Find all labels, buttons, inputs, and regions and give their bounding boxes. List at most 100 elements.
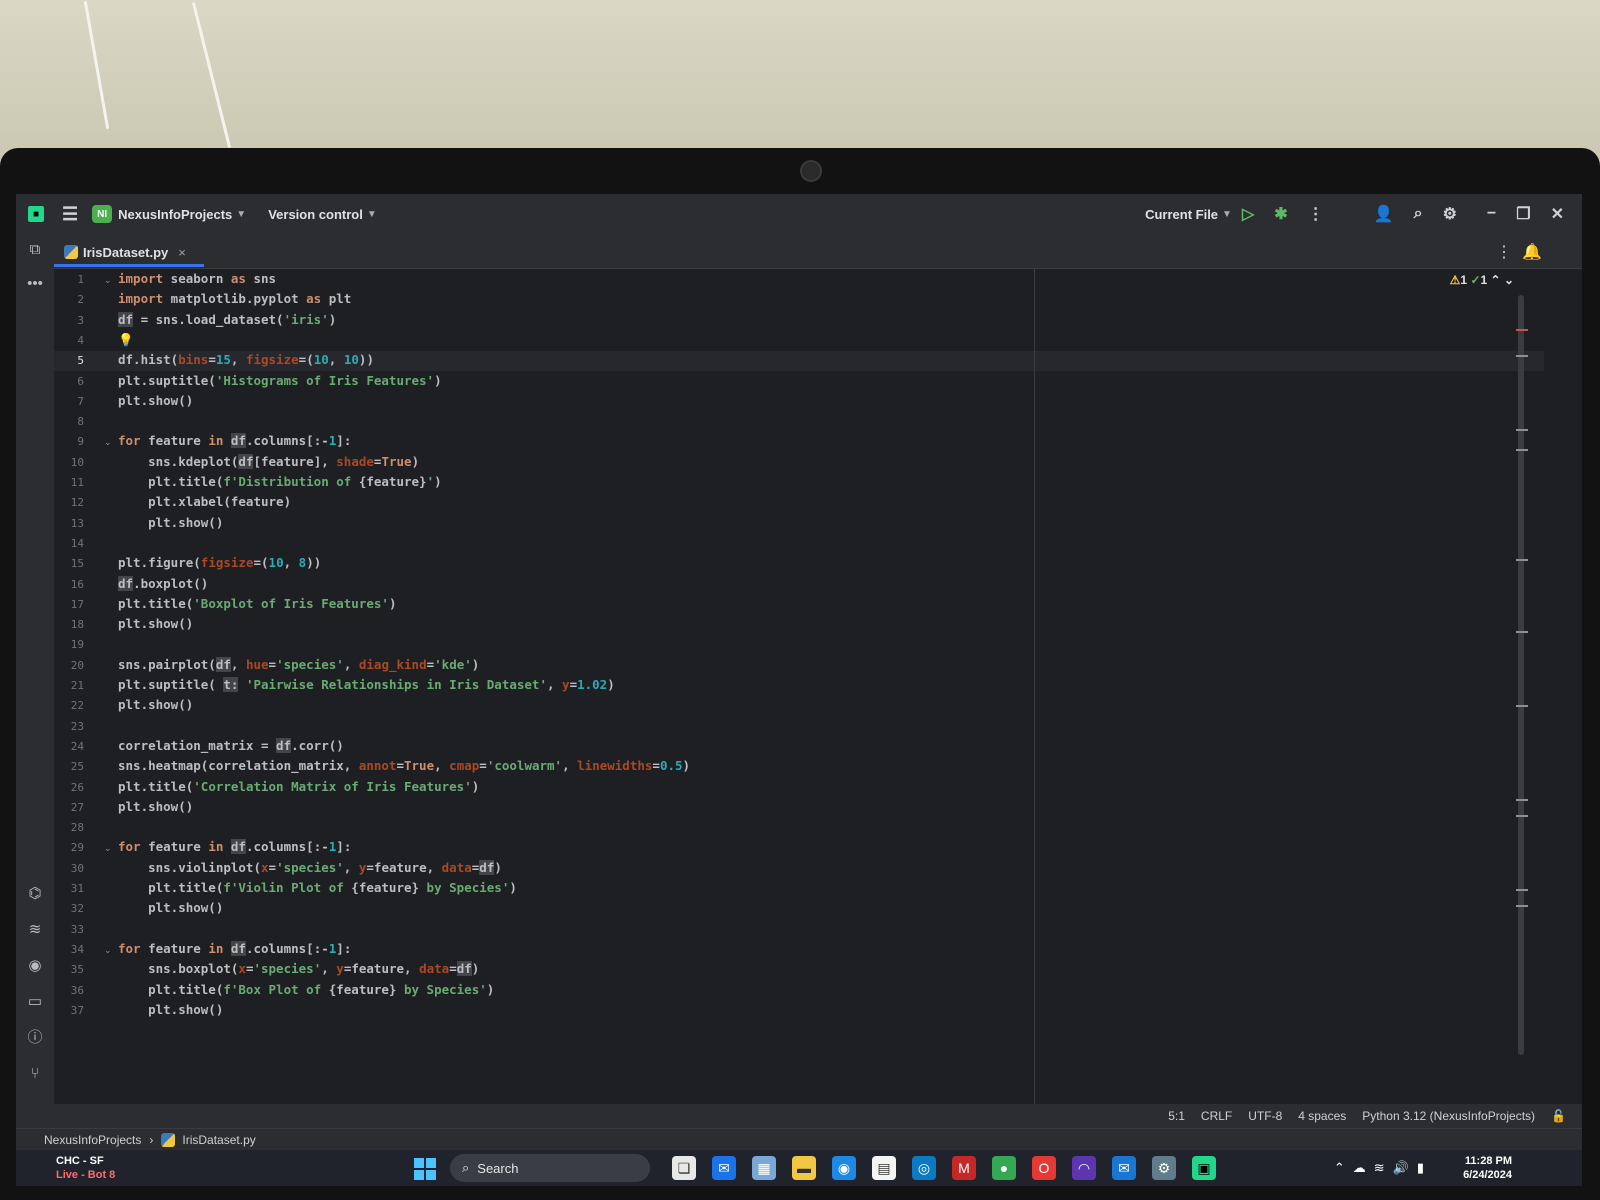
- photos-icon[interactable]: ▦: [752, 1156, 776, 1180]
- pycharm-taskbar-icon[interactable]: ▣: [1192, 1156, 1216, 1180]
- line-number: 1: [77, 273, 84, 286]
- chrome-icon[interactable]: ●: [992, 1156, 1016, 1180]
- code-line[interactable]: plt.title('Boxplot of Iris Features'): [118, 596, 396, 611]
- fold-toggle-icon[interactable]: ⌄: [104, 275, 112, 286]
- fold-toggle-icon[interactable]: ⌄: [104, 437, 112, 448]
- prev-highlight-icon[interactable]: ⌃: [1491, 273, 1501, 287]
- line-separator[interactable]: CRLF: [1201, 1109, 1232, 1123]
- chevron-down-icon[interactable]: ▼: [236, 209, 246, 220]
- run-config-selector[interactable]: Current File: [1145, 207, 1218, 222]
- code-line[interactable]: plt.suptitle('Histograms of Iris Feature…: [118, 373, 442, 388]
- close-icon[interactable]: ✕: [1551, 204, 1564, 224]
- code-line[interactable]: for feature in df.columns[:-1]:: [118, 940, 351, 956]
- opera-icon[interactable]: O: [1032, 1156, 1056, 1180]
- code-line[interactable]: plt.title(f'Violin Plot of {feature} by …: [118, 880, 517, 895]
- lock-icon[interactable]: 🔓: [1551, 1109, 1566, 1123]
- code-line[interactable]: plt.title(f'Box Plot of {feature} by Spe…: [118, 982, 494, 997]
- indent-setting[interactable]: 4 spaces: [1298, 1109, 1346, 1123]
- task-view-icon[interactable]: ❏: [672, 1156, 696, 1180]
- version-control-menu[interactable]: Version control: [268, 207, 363, 222]
- breadcrumb-project[interactable]: NexusInfoProjects: [44, 1133, 141, 1147]
- code-line[interactable]: import seaborn as sns: [118, 271, 276, 286]
- code-line[interactable]: plt.show(): [118, 1002, 223, 1017]
- tab-options-icon[interactable]: ⋮: [1496, 242, 1512, 262]
- project-switcher[interactable]: NexusInfoProjects: [118, 207, 232, 222]
- close-tab-icon[interactable]: ×: [178, 245, 186, 260]
- code-line[interactable]: import matplotlib.pyplot as plt: [118, 291, 351, 306]
- fold-toggle-icon[interactable]: ⌄: [104, 843, 112, 854]
- code-line[interactable]: plt.show(): [118, 515, 223, 530]
- system-tray-icons[interactable]: ⌃☁≋🔊▮: [1334, 1160, 1432, 1176]
- code-line[interactable]: plt.show(): [118, 616, 193, 631]
- file-encoding[interactable]: UTF-8: [1248, 1109, 1282, 1123]
- interpreter-selector[interactable]: Python 3.12 (NexusInfoProjects): [1362, 1109, 1535, 1123]
- clock[interactable]: 11:28 PM 6/24/2024: [1463, 1154, 1512, 1182]
- app-icon[interactable]: ◠: [1072, 1156, 1096, 1180]
- code-line[interactable]: df.boxplot(): [118, 575, 208, 591]
- edge-icon[interactable]: ◉: [832, 1156, 856, 1180]
- python-console-icon[interactable]: ⌬: [25, 884, 45, 904]
- code-line[interactable]: sns.pairplot(df, hue='species', diag_kin…: [118, 656, 479, 672]
- code-line[interactable]: df.hist(bins=15, figsize=(10, 10)): [118, 352, 374, 367]
- code-line[interactable]: 💡: [118, 332, 134, 348]
- more-tools-icon[interactable]: •••: [25, 274, 45, 294]
- code-line[interactable]: plt.suptitle( t: 'Pairwise Relationships…: [118, 677, 615, 692]
- code-line[interactable]: plt.show(): [118, 799, 193, 814]
- code-line[interactable]: plt.figure(figsize=(10, 8)): [118, 555, 321, 570]
- code-line[interactable]: plt.title(f'Distribution of {feature}'): [118, 474, 442, 489]
- problems-icon[interactable]: ⓘ: [25, 1028, 45, 1048]
- code-line[interactable]: plt.show(): [118, 393, 193, 408]
- project-tool-icon[interactable]: ⧉: [25, 240, 45, 260]
- next-highlight-icon[interactable]: ⌄: [1504, 273, 1514, 287]
- debug-icon[interactable]: ✱: [1274, 204, 1287, 224]
- editor-scrollbar[interactable]: [1518, 295, 1524, 1055]
- tab-irisdataset[interactable]: IrisDataset.py ×: [64, 240, 186, 264]
- chevron-down-icon[interactable]: ▼: [1222, 209, 1232, 220]
- main-menu-icon[interactable]: ☰: [62, 204, 78, 225]
- scroll-marker: [1516, 355, 1528, 357]
- fold-toggle-icon[interactable]: ⌄: [104, 945, 112, 956]
- code-line[interactable]: plt.title('Correlation Matrix of Iris Fe…: [118, 779, 479, 794]
- weather-widget[interactable]: CHC - SF Live - Bot 8: [56, 1154, 115, 1182]
- code-line[interactable]: sns.boxplot(x='species', y=feature, data…: [118, 961, 479, 977]
- line-number: 25: [70, 760, 84, 774]
- notifications-icon[interactable]: 🔔: [1522, 242, 1542, 262]
- code-line[interactable]: plt.show(): [118, 697, 193, 712]
- settings-icon[interactable]: ⚙: [1152, 1156, 1176, 1180]
- store-icon[interactable]: ▤: [872, 1156, 896, 1180]
- taskbar-search[interactable]: ⌕ Search: [450, 1154, 650, 1182]
- dell-icon[interactable]: ◎: [912, 1156, 936, 1180]
- more-actions-icon[interactable]: ⋮: [1308, 204, 1324, 224]
- code-line[interactable]: sns.kdeplot(df[feature], shade=True): [118, 453, 419, 469]
- code-with-me-icon[interactable]: 👤: [1374, 204, 1394, 224]
- outlook-icon[interactable]: ✉: [1112, 1156, 1136, 1180]
- breadcrumb-file[interactable]: IrisDataset.py: [182, 1133, 255, 1147]
- caret-position[interactable]: 5:1: [1168, 1109, 1185, 1123]
- code-line[interactable]: plt.show(): [118, 900, 223, 915]
- run-icon[interactable]: ▷: [1242, 204, 1254, 224]
- minimize-icon[interactable]: −: [1487, 205, 1496, 223]
- code-line[interactable]: sns.violinplot(x='species', y=feature, d…: [118, 859, 502, 875]
- code-line[interactable]: plt.xlabel(feature): [118, 494, 291, 509]
- windows-start-icon[interactable]: [414, 1158, 436, 1180]
- line-number: 15: [70, 557, 84, 571]
- code-line[interactable]: correlation_matrix = df.corr(): [118, 737, 344, 753]
- code-line[interactable]: for feature in df.columns[:-1]:: [118, 839, 351, 855]
- git-icon[interactable]: ⑂: [25, 1064, 45, 1084]
- code-line[interactable]: sns.heatmap(correlation_matrix, annot=Tr…: [118, 758, 690, 773]
- code-editor[interactable]: 1 ⌄ 2 3 4 5 6 7 8 9 ⌄ 10 11 12 13 14 15 16 17 18 19 20 21 22 23 2…: [54, 269, 1544, 1104]
- python-packages-icon[interactable]: ≋: [25, 920, 45, 940]
- search-icon[interactable]: ⌕: [1414, 205, 1423, 223]
- chevron-down-icon[interactable]: ▼: [367, 209, 377, 220]
- mail-icon[interactable]: ✉: [712, 1156, 736, 1180]
- file-explorer-icon[interactable]: ▬: [792, 1156, 816, 1180]
- code-line[interactable]: df = sns.load_dataset('iris'): [118, 311, 336, 327]
- settings-icon[interactable]: ⚙: [1443, 204, 1457, 224]
- mcafee-icon[interactable]: M: [952, 1156, 976, 1180]
- line-number: 23: [70, 719, 84, 733]
- restore-icon[interactable]: ❐: [1516, 204, 1530, 224]
- services-icon[interactable]: ◉: [25, 956, 45, 976]
- terminal-icon[interactable]: ▭: [25, 992, 45, 1012]
- inspection-widget[interactable]: ⚠1 ✓1 ⌃ ⌄: [1450, 273, 1514, 287]
- code-line[interactable]: for feature in df.columns[:-1]:: [118, 433, 351, 449]
